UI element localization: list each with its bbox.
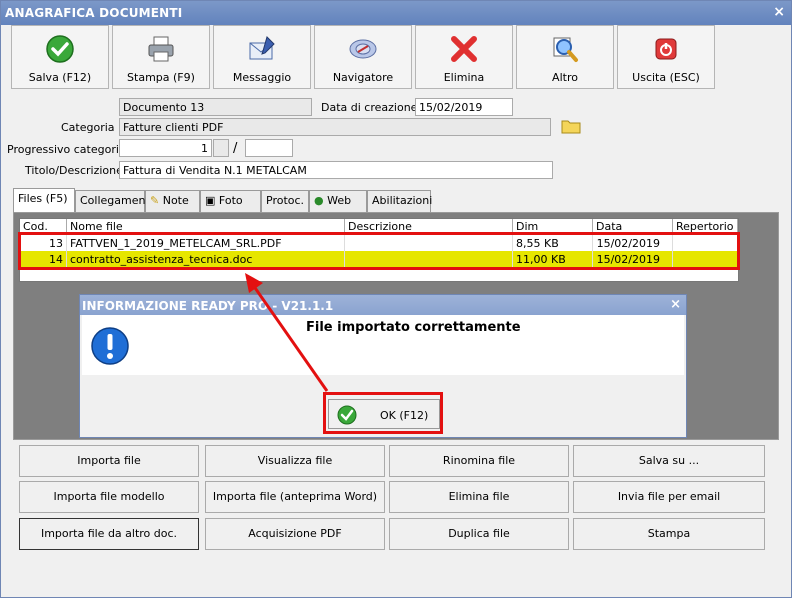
pdf-acquisition-button[interactable]: Acquisizione PDF <box>205 518 385 550</box>
document-window: ANAGRAFICA DOCUMENTI × Salva (F12) Stamp… <box>0 0 792 598</box>
view-file-button[interactable]: Visualizza file <box>205 445 385 477</box>
print-files-button[interactable]: Stampa <box>573 518 765 550</box>
import-word-preview-button[interactable]: Importa file (anteprima Word) <box>205 481 385 513</box>
save-to-button[interactable]: Salva su ... <box>573 445 765 477</box>
import-template-button[interactable]: Importa file modello <box>19 481 199 513</box>
delete-file-button[interactable]: Elimina file <box>389 481 569 513</box>
rename-file-button[interactable]: Rinomina file <box>389 445 569 477</box>
duplicate-file-button[interactable]: Duplica file <box>389 518 569 550</box>
import-file-button[interactable]: Importa file <box>19 445 199 477</box>
email-file-button[interactable]: Invia file per email <box>573 481 765 513</box>
import-from-other-doc-button[interactable]: Importa file da altro doc. <box>19 518 199 550</box>
